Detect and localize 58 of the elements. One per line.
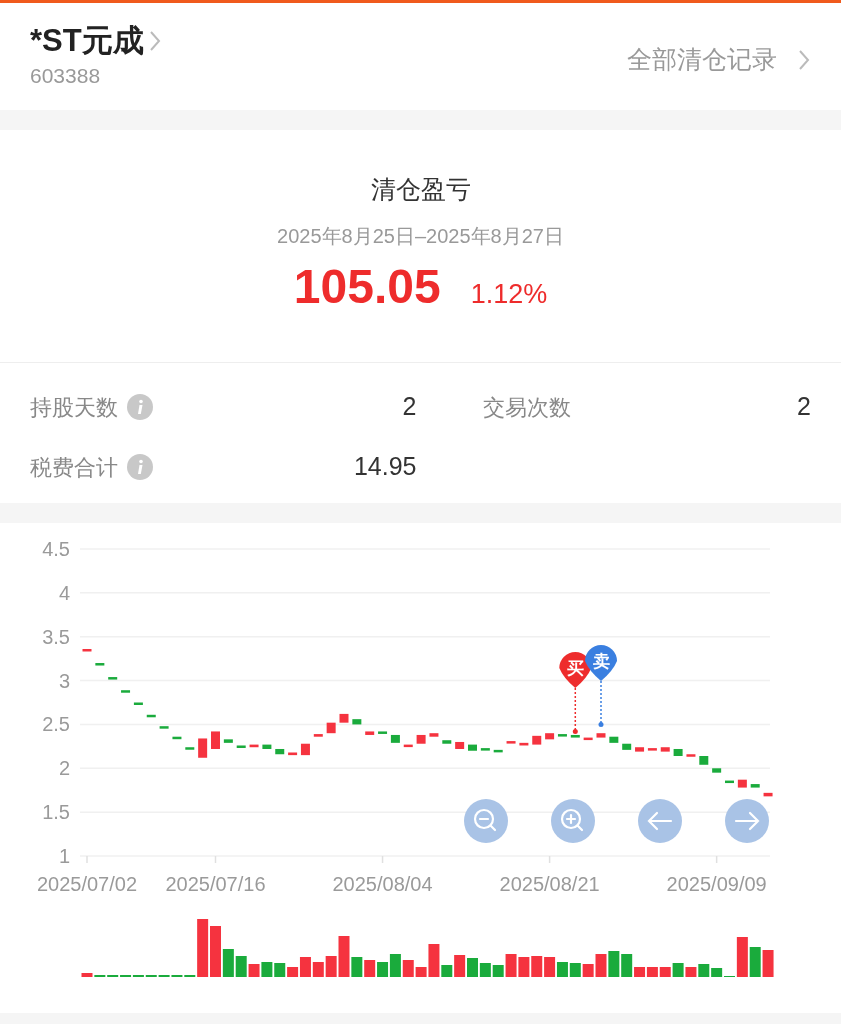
- volume-bar: [659, 967, 671, 977]
- y-axis-label: 1: [58, 845, 70, 867]
- stat-value: 2: [402, 391, 417, 423]
- volume-bar: [531, 956, 543, 977]
- volume-bar: [274, 963, 286, 977]
- x-axis-label: 2025/07/16: [165, 873, 266, 895]
- left-arrow-button[interactable]: [638, 799, 682, 843]
- candlestick: [198, 738, 208, 758]
- volume-bar: [608, 951, 620, 977]
- volume-bar: [685, 967, 697, 977]
- volume-bar: [479, 963, 491, 977]
- stat-label: 持股天数: [30, 393, 118, 422]
- y-axis-label: 2: [58, 757, 70, 780]
- period-text: 2025年8月25日–2025年8月27日: [277, 224, 564, 249]
- volume-bar: [518, 957, 530, 977]
- y-axis-label: 2.5: [42, 713, 70, 736]
- volume-bar: [364, 960, 376, 977]
- volume-bar: [261, 962, 273, 977]
- volume-bar: [312, 962, 324, 977]
- stock-code: 603388: [30, 63, 102, 89]
- info-icon[interactable]: [126, 393, 154, 421]
- x-axis-label: 2025/08/21: [499, 873, 600, 895]
- all-records-link[interactable]: 全部清仓记录: [627, 41, 777, 79]
- x-axis-label: 2025/08/04: [332, 873, 433, 895]
- x-axis-label: 2025/07/02: [36, 873, 138, 895]
- candlestick: [300, 743, 310, 756]
- right-arrow-button[interactable]: [725, 799, 769, 843]
- chevron-right-icon[interactable]: [147, 29, 162, 53]
- volume-bar: [762, 950, 774, 977]
- volume-bar: [467, 958, 478, 977]
- profit-value: 105.05: [293, 259, 441, 315]
- stat-label: 交易次数: [482, 393, 571, 422]
- volume-bar: [556, 962, 568, 977]
- candlestick: [211, 731, 220, 749]
- stat-label: 税费合计: [30, 453, 118, 482]
- volume-bar: [569, 963, 581, 977]
- candlestick: [313, 734, 323, 737]
- volume-bar: [672, 963, 684, 977]
- zoom-in-button[interactable]: [551, 799, 595, 843]
- stat-value: 2: [797, 391, 811, 423]
- y-axis-label: 4.5: [42, 538, 70, 560]
- profit-percent: 1.12%: [470, 278, 548, 311]
- volume-bar: [646, 967, 658, 977]
- y-axis-label: 3: [58, 669, 70, 692]
- candlestick: [326, 722, 336, 734]
- summary-title: 清仓盈亏: [370, 174, 471, 205]
- y-axis-label: 3.5: [42, 625, 70, 648]
- y-axis-label: 1.5: [42, 801, 70, 824]
- info-icon[interactable]: [126, 453, 154, 481]
- x-axis-label: 2025/09/09: [666, 873, 767, 895]
- candlestick: [95, 663, 105, 666]
- stock-name[interactable]: *ST元成: [30, 21, 144, 61]
- candlestick: [82, 649, 92, 652]
- y-axis-label: 4: [58, 581, 70, 604]
- volume-bar: [749, 947, 761, 977]
- stat-value: 14.95: [353, 451, 417, 483]
- volume-bar: [544, 957, 556, 977]
- zoom-out-button[interactable]: [464, 799, 508, 843]
